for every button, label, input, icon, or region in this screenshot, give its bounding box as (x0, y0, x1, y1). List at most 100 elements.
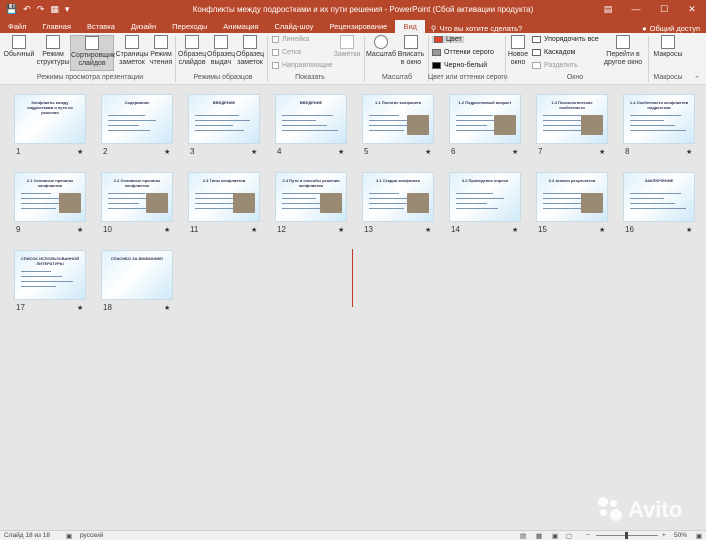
maximize-button[interactable]: ☐ (650, 4, 678, 15)
guides-checkbox[interactable]: Направляющие (272, 62, 333, 69)
handout-master-button[interactable]: Образец выдач (207, 35, 235, 67)
close-button[interactable]: ✕ (678, 4, 706, 15)
spellcheck-icon[interactable]: ▣ (66, 532, 72, 540)
tab-animations[interactable]: Анимация (215, 20, 266, 33)
slide-thumbnail[interactable]: 2.4 Пути и способы решения конфликтов (275, 172, 347, 222)
zoom-button[interactable]: Масштаб (366, 35, 396, 59)
slideshow-status-icon[interactable]: ▢ (566, 532, 572, 540)
save-icon[interactable]: 💾 (6, 4, 17, 15)
macros-button[interactable]: Макросы (651, 35, 685, 59)
fit-to-window-button[interactable]: Вписать в окно (397, 35, 425, 67)
tab-review[interactable]: Рецензирование (321, 20, 395, 33)
slide-text-line (630, 208, 686, 209)
transition-star-icon[interactable]: ★ (77, 148, 83, 156)
split-button[interactable]: Разделить (532, 62, 578, 69)
slide-thumbnail[interactable]: Содержание (101, 94, 173, 144)
reading-view-button[interactable]: Режим чтения (149, 35, 173, 67)
slide-thumbnail[interactable]: СПИСОК ИСПОЛЬЗОВАННОЙ ЛИТЕРАТУРЫ (14, 250, 86, 300)
normal-view-button[interactable]: Обычный (2, 35, 36, 59)
notes-master-button[interactable]: Образец заметок (236, 35, 264, 67)
transition-star-icon[interactable]: ★ (164, 304, 170, 312)
status-bar: Слайд 18 из 18 ▣ русский ▤ ▦ ▣ ▢ − + 50%… (0, 530, 706, 540)
slide-thumbnail[interactable]: 3.1 Стадии конфликта (362, 172, 434, 222)
slide-thumbnail[interactable]: 1.1 Понятие конфликта (362, 94, 434, 144)
tab-file[interactable]: Файл (0, 20, 34, 33)
cascade-button[interactable]: Каскадом (532, 49, 575, 56)
share-button[interactable]: ● Общий доступ (642, 24, 706, 33)
arrange-all-button[interactable]: Упорядочить все (532, 36, 599, 43)
tab-transitions[interactable]: Переходы (164, 20, 215, 33)
transition-star-icon[interactable]: ★ (77, 304, 83, 312)
transition-star-icon[interactable]: ★ (164, 226, 170, 234)
slide-thumbnail[interactable]: 2.1 Основные причины конфликтов (14, 172, 86, 222)
ruler-checkbox[interactable]: Линейка (272, 36, 309, 43)
language-indicator[interactable]: русский (80, 532, 103, 539)
transition-star-icon[interactable]: ★ (425, 148, 431, 156)
outline-view-button[interactable]: Режим структуры (36, 35, 70, 67)
slide-thumbnail[interactable]: 3.2 Проведение опроса (449, 172, 521, 222)
transition-star-icon[interactable]: ★ (338, 148, 344, 156)
zoom-in-button[interactable]: + (662, 532, 666, 539)
notes-icon (340, 35, 354, 49)
slide-thumbnail[interactable]: ЗАКЛЮЧЕНИЕ (623, 172, 695, 222)
minimize-button[interactable]: — (622, 4, 650, 15)
transition-star-icon[interactable]: ★ (251, 226, 257, 234)
grayscale-option[interactable]: Оттенки серого (432, 49, 494, 56)
zoom-level[interactable]: 50% (674, 532, 687, 539)
tab-design[interactable]: Дизайн (123, 20, 164, 33)
transition-star-icon[interactable]: ★ (251, 148, 257, 156)
undo-icon[interactable]: ↶ (23, 4, 31, 15)
notes-page-button[interactable]: Страницы заметок (115, 35, 149, 67)
new-window-button[interactable]: Новое окно (507, 35, 529, 67)
tab-slideshow[interactable]: Слайд-шоу (267, 20, 322, 33)
transition-star-icon[interactable]: ★ (425, 226, 431, 234)
slide-sorter-status-icon[interactable]: ▦ (536, 532, 542, 540)
notes-toggle-button[interactable]: Заметки (333, 35, 361, 59)
reading-view-status-icon[interactable]: ▣ (552, 532, 558, 540)
tell-me-box[interactable]: ⚲ Что вы хотите сделать? (425, 24, 522, 33)
slide-thumbnail[interactable]: 2.3 Типы конфликтов (188, 172, 260, 222)
tab-view[interactable]: Вид (395, 20, 425, 33)
slide-thumbnail-title: 2.3 Типы конфликтов (202, 178, 246, 183)
slide-sorter-button[interactable]: Сортировщик слайдов (70, 35, 115, 71)
reading-view-label: Режим чтения (149, 51, 173, 66)
transition-star-icon[interactable]: ★ (164, 148, 170, 156)
transition-star-icon[interactable]: ★ (338, 226, 344, 234)
transition-star-icon[interactable]: ★ (599, 226, 605, 234)
transition-star-icon[interactable]: ★ (686, 226, 692, 234)
outline-view-label: Режим структуры (36, 51, 70, 66)
transition-star-icon[interactable]: ★ (512, 226, 518, 234)
watermark-text: Avito (628, 497, 683, 522)
slide-thumbnail[interactable]: 1.4 Особенности конфликтов подростков (623, 94, 695, 144)
switch-windows-button[interactable]: Перейти в другое окно (601, 35, 645, 67)
color-option[interactable]: Цвет (432, 36, 464, 43)
black-white-option[interactable]: Черно-белый (432, 62, 487, 69)
gridlines-checkbox[interactable]: Сетка (272, 49, 301, 56)
collapse-ribbon-icon[interactable]: ⌃ (694, 75, 700, 83)
tab-insert[interactable]: Вставка (79, 20, 123, 33)
slide-thumbnail[interactable]: ВВЕДЕНИЕ (188, 94, 260, 144)
transition-star-icon[interactable]: ★ (512, 148, 518, 156)
slide-thumbnail[interactable]: ВВЕДЕНИЕ (275, 94, 347, 144)
zoom-out-button[interactable]: − (586, 532, 590, 539)
redo-icon[interactable]: ↷ (37, 4, 45, 15)
slide-picture (407, 115, 429, 135)
slide-master-button[interactable]: Образец слайдов (178, 35, 206, 67)
zoom-slider-thumb[interactable] (625, 532, 628, 539)
normal-view-status-icon[interactable]: ▤ (520, 532, 526, 540)
tab-home[interactable]: Главная (34, 20, 79, 33)
slide-thumbnail[interactable]: 2.2 Основные причины конфликтов (101, 172, 173, 222)
ribbon-display-options-icon[interactable]: ▤ (594, 4, 622, 15)
transition-star-icon[interactable]: ★ (77, 226, 83, 234)
slide-thumbnail[interactable]: 1.3 Психологические особенности (536, 94, 608, 144)
transition-star-icon[interactable]: ★ (686, 148, 692, 156)
slide-thumbnail[interactable]: Конфликты между подростками и пути их ре… (14, 94, 86, 144)
slide-thumbnail[interactable]: 1.2 Подростковый возраст (449, 94, 521, 144)
slide-thumbnail[interactable]: 3.3 Анализ результатов (536, 172, 608, 222)
start-presentation-icon[interactable]: ▦ (50, 4, 59, 15)
transition-star-icon[interactable]: ★ (599, 148, 605, 156)
slide-number: 8 (625, 147, 630, 156)
slide-thumbnail[interactable]: СПАСИБО ЗА ВНИМАНИЕ! (101, 250, 173, 300)
fit-slide-icon[interactable]: ▣ (696, 532, 702, 540)
customize-quick-access-icon[interactable]: ▾ (65, 4, 70, 15)
